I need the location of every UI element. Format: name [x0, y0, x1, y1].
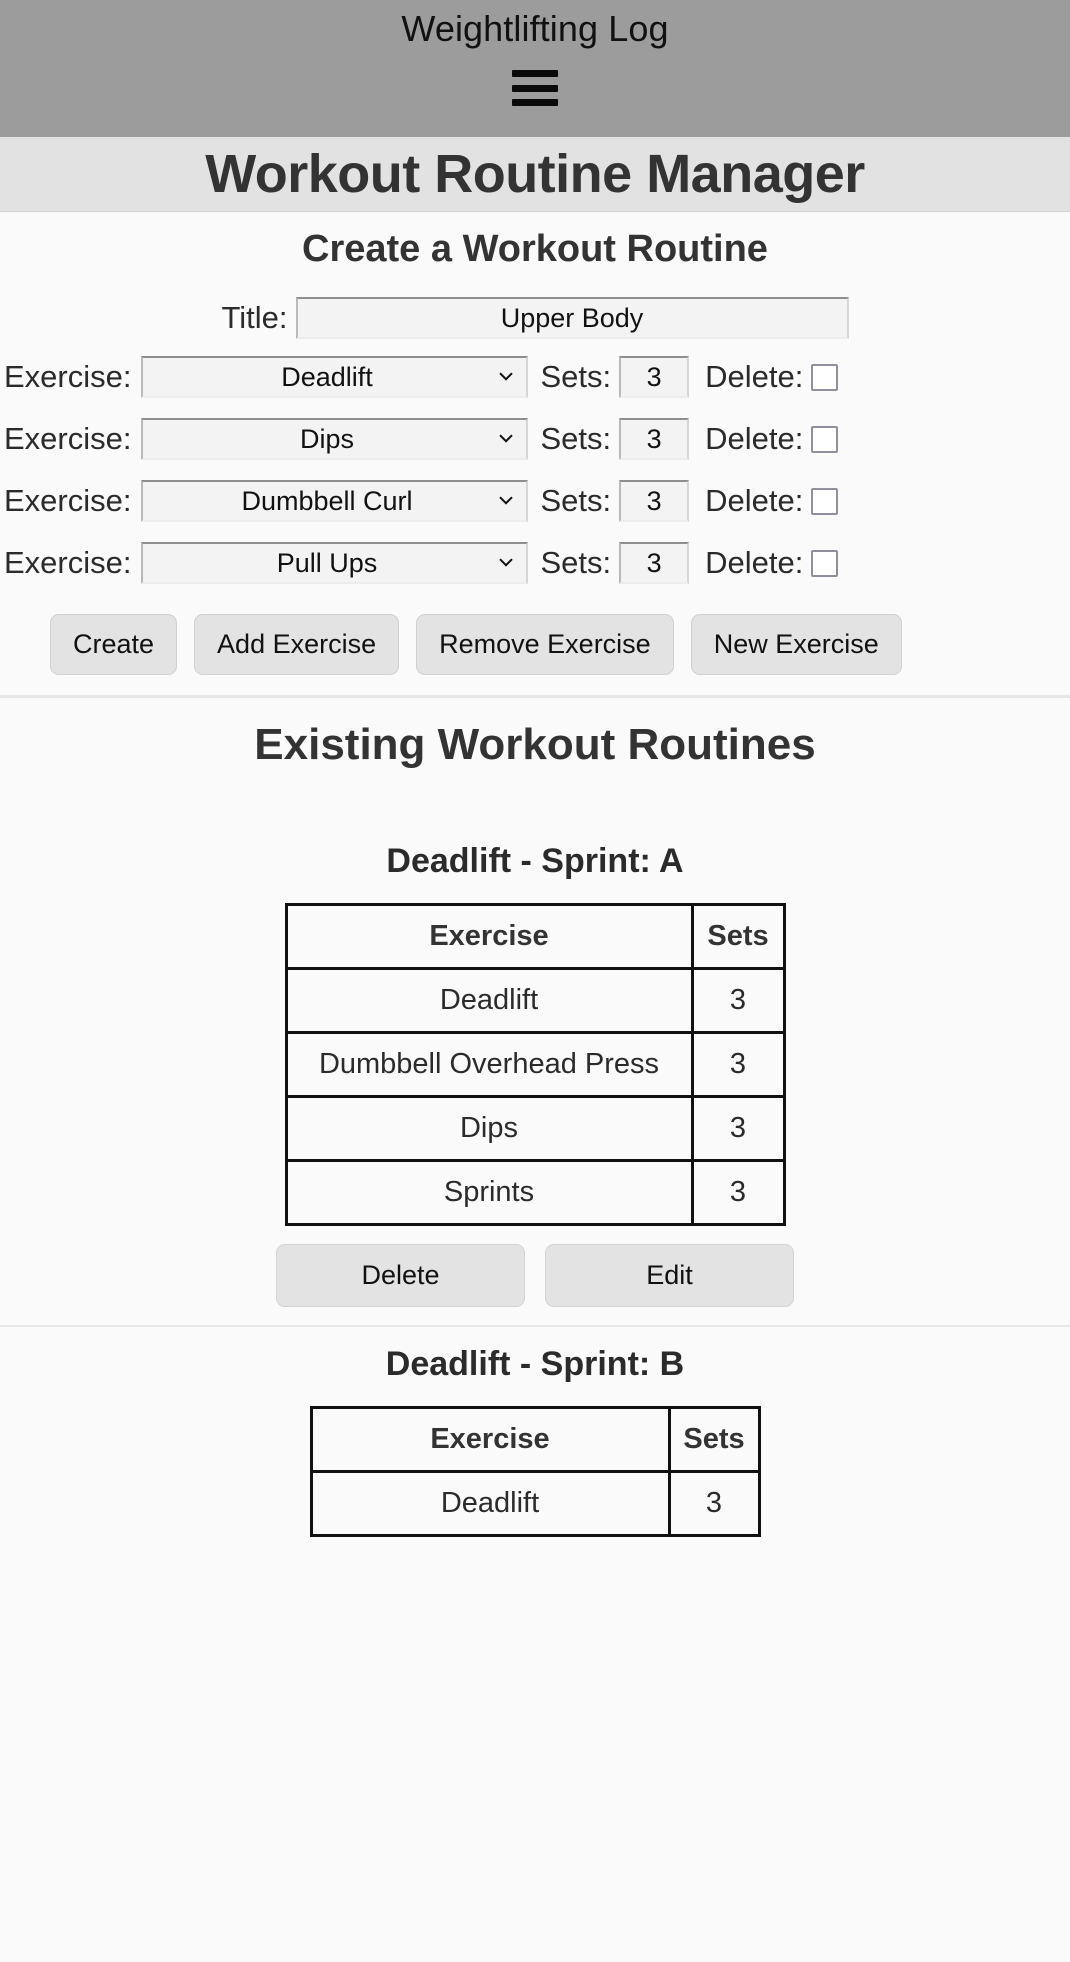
exercise-select-value: Deadlift [281, 361, 373, 392]
delete-routine-button[interactable]: Delete [276, 1244, 525, 1307]
sets-label: Sets: [540, 483, 612, 518]
sets-label: Sets: [540, 421, 612, 456]
cell-exercise: Deadlift [309, 1470, 671, 1537]
exercise-select-value: Dumbbell Curl [241, 485, 413, 516]
page-title-bar: Workout Routine Manager [0, 137, 1070, 212]
sets-label: Sets: [540, 359, 612, 394]
column-header-sets: Sets [667, 1406, 761, 1473]
delete-checkbox[interactable] [811, 425, 839, 453]
sets-input[interactable] [619, 480, 690, 522]
routine-title-input[interactable] [295, 297, 849, 339]
chevron-down-icon [499, 372, 514, 381]
existing-routines-section: Existing Workout Routines Deadlift - Spr… [0, 698, 1070, 1537]
routine-title: Deadlift - Sprint: A [386, 842, 684, 880]
delete-label: Delete: [705, 421, 804, 456]
table-header-row: Exercise Sets [309, 1406, 761, 1473]
exercise-select[interactable]: Deadlift [141, 356, 529, 398]
hamburger-bar-3 [512, 99, 558, 106]
exercise-row: Exercise: Pull Ups Sets: Delete: [0, 542, 1070, 584]
add-exercise-button[interactable]: Add Exercise [194, 614, 400, 675]
cell-sets: 3 [690, 1159, 786, 1226]
table-header-row: Exercise Sets [284, 903, 786, 970]
delete-label: Delete: [705, 483, 804, 518]
routine-actions-row: Delete Edit [0, 1244, 1070, 1307]
hamburger-bar-1 [512, 70, 558, 77]
delete-checkbox[interactable] [811, 487, 839, 515]
chevron-down-icon [499, 558, 514, 567]
cell-exercise: Dumbbell Overhead Press [284, 1031, 694, 1098]
exercise-row: Exercise: Deadlift Sets: Delete: [0, 356, 1070, 398]
chevron-down-icon [499, 434, 514, 443]
exercise-label: Exercise: [4, 421, 132, 456]
column-header-exercise: Exercise [309, 1406, 671, 1473]
exercise-select[interactable]: Pull Ups [141, 542, 529, 584]
cell-sets: 3 [690, 1031, 786, 1098]
create-routine-section: Create a Workout Routine Title: Exercise… [0, 212, 1070, 698]
exercise-label: Exercise: [4, 545, 132, 580]
cell-exercise: Sprints [284, 1159, 694, 1226]
page-title: Workout Routine Manager [205, 144, 865, 204]
exercise-select-value: Pull Ups [276, 547, 378, 578]
exercise-select[interactable]: Dips [141, 418, 529, 460]
create-routine-heading: Create a Workout Routine [302, 228, 768, 270]
routine-table: Exercise Sets Deadlift 3 [309, 1406, 761, 1537]
title-field-row: Title: [0, 297, 1070, 339]
column-header-exercise: Exercise [284, 903, 694, 970]
app-root: Weightlifting Log Workout Routine Manage… [0, 0, 1070, 1962]
create-button[interactable]: Create [50, 614, 178, 675]
sets-input[interactable] [619, 542, 690, 584]
table-row: Dumbbell Overhead Press 3 [284, 1031, 786, 1098]
table-row: Dips 3 [284, 1095, 786, 1162]
table-row: Sprints 3 [284, 1159, 786, 1226]
existing-routines-heading: Existing Workout Routines [254, 720, 816, 769]
hamburger-menu-icon[interactable] [512, 70, 558, 106]
chevron-down-icon [499, 496, 514, 505]
table-row: Deadlift 3 [284, 967, 786, 1034]
hamburger-bar-2 [512, 84, 558, 92]
cell-sets: 3 [690, 1095, 786, 1162]
exercise-select-value: Dips [299, 423, 354, 454]
exercise-row: Exercise: Dumbbell Curl Sets: Delete: [0, 480, 1070, 522]
cell-sets: 3 [690, 967, 786, 1034]
delete-label: Delete: [705, 545, 804, 580]
sets-label: Sets: [540, 545, 612, 580]
new-exercise-button[interactable]: New Exercise [690, 614, 902, 675]
delete-checkbox[interactable] [811, 363, 839, 391]
exercise-select[interactable]: Dumbbell Curl [141, 480, 529, 522]
table-row: Deadlift 3 [309, 1470, 761, 1537]
exercise-label: Exercise: [4, 359, 132, 394]
create-actions-row: Create Add Exercise Remove Exercise New … [0, 604, 1070, 675]
cell-exercise: Dips [284, 1095, 694, 1162]
title-label: Title: [221, 300, 288, 335]
cell-exercise: Deadlift [284, 967, 694, 1034]
edit-routine-button[interactable]: Edit [545, 1244, 794, 1307]
sets-input[interactable] [619, 418, 690, 460]
exercise-row: Exercise: Dips Sets: Delete: [0, 418, 1070, 460]
app-bar: Weightlifting Log [0, 0, 1070, 137]
routine-title: Deadlift - Sprint: B [385, 1345, 685, 1383]
delete-checkbox[interactable] [811, 549, 839, 577]
routine-table: Exercise Sets Deadlift 3 Dumbbell Overhe… [284, 903, 786, 1226]
column-header-sets: Sets [690, 903, 786, 970]
remove-exercise-button[interactable]: Remove Exercise [416, 614, 674, 675]
sets-input[interactable] [619, 356, 690, 398]
exercise-label: Exercise: [4, 483, 132, 518]
routine-block: Deadlift - Sprint: B Exercise Sets Deadl… [0, 1327, 1070, 1537]
routine-block: Deadlift - Sprint: A Exercise Sets Deadl… [0, 842, 1070, 1327]
app-title: Weightlifting Log [401, 8, 669, 49]
delete-label: Delete: [705, 359, 804, 394]
cell-sets: 3 [667, 1470, 761, 1537]
